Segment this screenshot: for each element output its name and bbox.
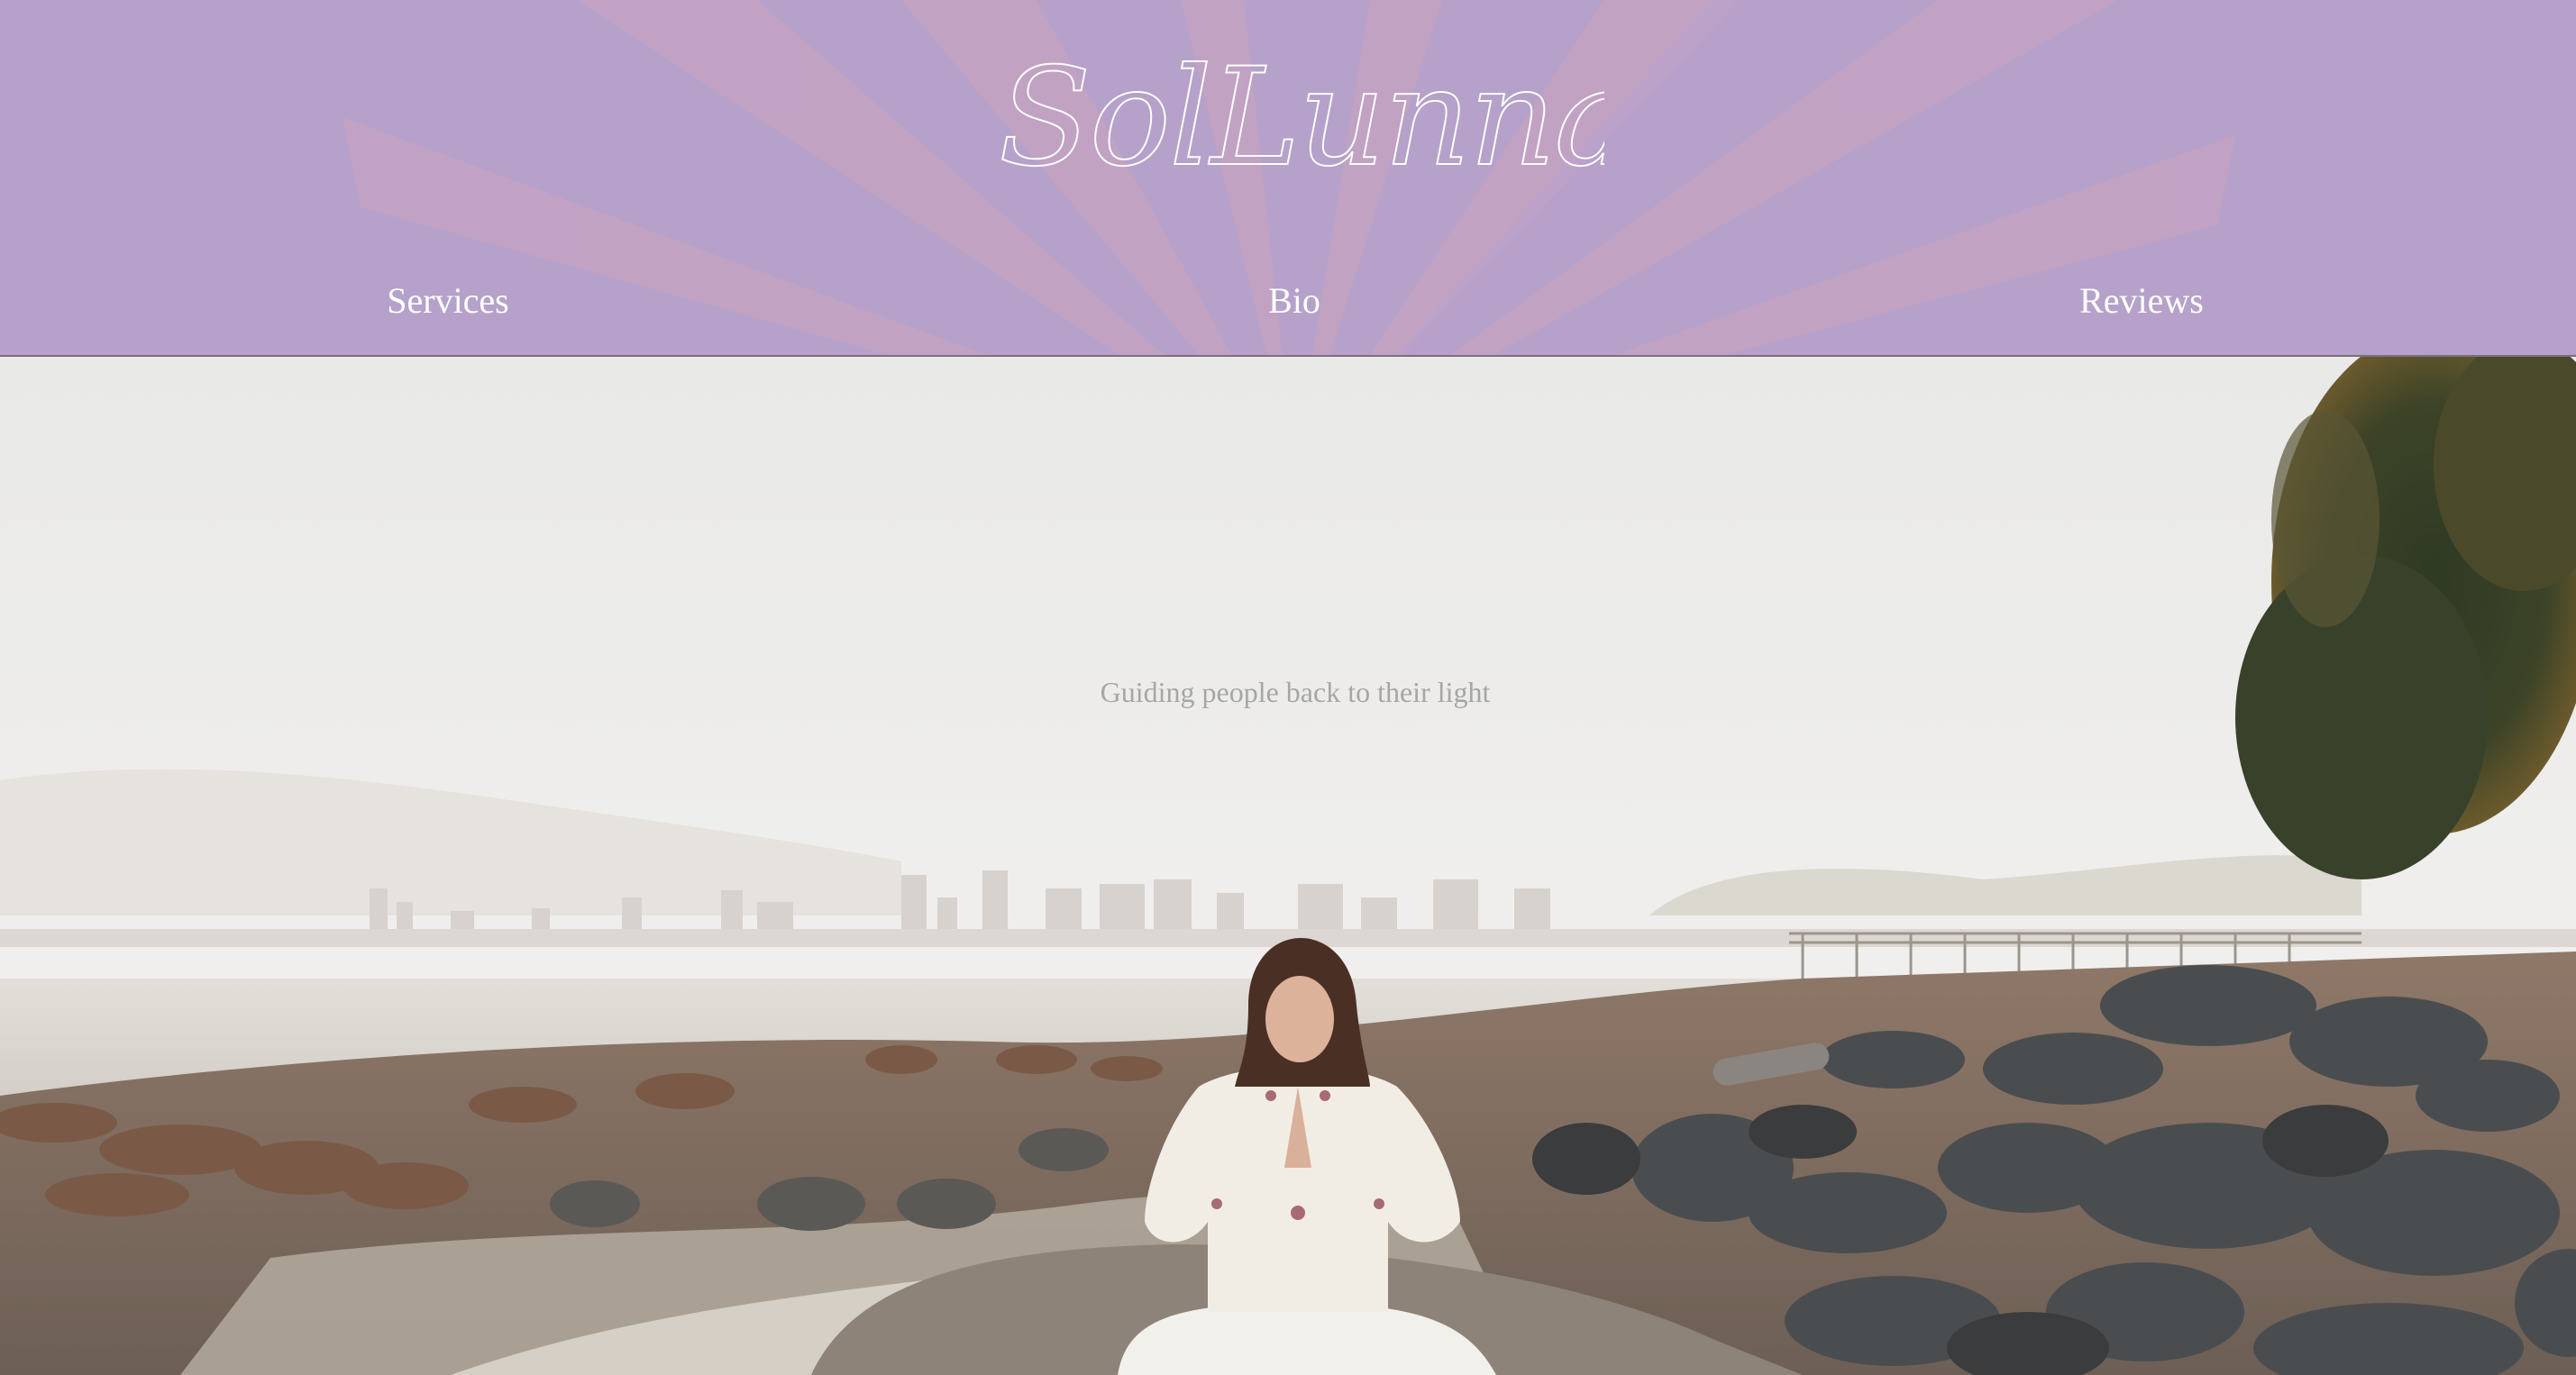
hero-image	[0, 357, 2576, 1375]
nav-services-link[interactable]: Services	[387, 278, 509, 324]
page: SolLunna Essence Services Bio Reviews	[0, 0, 2576, 1375]
hero-section: Guiding people back to their light	[0, 357, 2576, 1375]
brand-logo-text: SolLunna Essence	[999, 40, 1604, 193]
hero-tagline: Guiding people back to their light	[1100, 676, 1491, 708]
brand-logo[interactable]: SolLunna Essence	[991, 13, 1604, 193]
nav-reviews-link[interactable]: Reviews	[2079, 278, 2204, 324]
site-header: SolLunna Essence Services Bio Reviews	[0, 0, 2576, 357]
nav-bio-link[interactable]: Bio	[1268, 278, 1320, 324]
